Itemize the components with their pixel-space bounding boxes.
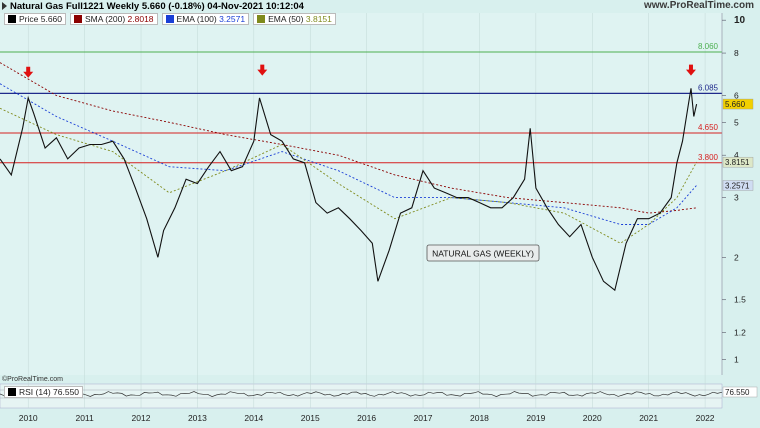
- y-tick-label: 1.5: [734, 295, 746, 305]
- x-tick-label: 2015: [301, 413, 320, 423]
- price-marker-label: 3.8151: [725, 158, 750, 167]
- title-bar: Natural Gas Full1221 Weekly 5.660 (-0.18…: [0, 0, 760, 12]
- y-tick-label: 8: [734, 48, 739, 58]
- legend-sma200[interactable]: SMA (200) 2.8018: [70, 13, 158, 25]
- price-pane: [0, 13, 722, 375]
- rsi-value-label: 76.550: [725, 388, 750, 397]
- legend-label: Price 5.660: [19, 14, 62, 24]
- rsi-legend: RSI (14) 76.550: [0, 386, 84, 398]
- y-tick-label: 2: [734, 252, 739, 262]
- rsi-pane: [0, 383, 723, 409]
- copyright: ©ProRealTime.com: [2, 376, 63, 383]
- legend-value: 2.8018: [127, 14, 154, 24]
- legend-label: SMA (200): [85, 14, 126, 24]
- level-label: 8.060: [698, 42, 719, 51]
- legend-label: RSI (14): [19, 387, 51, 397]
- level-label: 3.800: [698, 153, 719, 162]
- x-tick-label: 2014: [244, 413, 263, 423]
- x-tick-label: 2019: [526, 413, 545, 423]
- legend-ema50[interactable]: EMA (50) 3.8151: [253, 13, 336, 25]
- legend-rsi[interactable]: RSI (14) 76.550: [4, 386, 84, 398]
- legend-swatch: [74, 15, 82, 23]
- legend-swatch: [8, 15, 16, 23]
- x-tick-label: 2016: [357, 413, 376, 423]
- price-marker-label: 5.660: [725, 100, 746, 109]
- logo-text: www.ProRealTime.com: [643, 0, 754, 11]
- x-tick-label: 2013: [188, 413, 207, 423]
- level-label: 4.650: [698, 123, 719, 132]
- legend-swatch: [8, 388, 16, 396]
- x-tick-label: 2022: [696, 413, 715, 423]
- legend-label: EMA (50): [268, 14, 304, 24]
- y-tick-label: 3: [734, 193, 739, 203]
- legend-label: EMA (100): [176, 14, 217, 24]
- x-tick-label: 2017: [414, 413, 433, 423]
- x-tick-label: 2018: [470, 413, 489, 423]
- y-tick-label: 10: [734, 15, 746, 26]
- legend-value: 3.2571: [219, 14, 246, 24]
- x-tick-label: 2012: [132, 413, 151, 423]
- x-tick-label: 2021: [639, 413, 658, 423]
- chart-title: Natural Gas Full1221 Weekly 5.660 (-0.18…: [10, 0, 304, 12]
- level-label: 6.085: [698, 83, 719, 92]
- y-tick-label: 5: [734, 117, 739, 127]
- legend-swatch: [257, 15, 266, 23]
- price-marker-label: 3.2571: [725, 181, 750, 190]
- y-tick-label: 1.2: [734, 328, 746, 338]
- legend-swatch: [165, 15, 174, 23]
- annotation-label: NATURAL GAS (WEEKLY): [432, 249, 534, 259]
- legend-value: 76.550: [53, 387, 80, 397]
- x-tick-label: 2010: [19, 413, 38, 423]
- y-tick-label: 1: [734, 354, 739, 364]
- x-tick-label: 2020: [583, 413, 602, 423]
- legend-price[interactable]: Price 5.660: [4, 13, 66, 25]
- price-chart: 8.0606.0854.6503.800 11.21.5234568105.66…: [0, 0, 760, 428]
- annotation-box: NATURAL GAS (WEEKLY): [426, 244, 540, 262]
- legend-ema100[interactable]: EMA (100) 3.2571: [161, 13, 250, 25]
- expand-arrow-icon[interactable]: [2, 2, 7, 10]
- legend-value: 3.8151: [305, 14, 332, 24]
- x-tick-label: 2011: [75, 413, 94, 423]
- legend: Price 5.660 SMA (200) 2.8018 EMA (100) 3…: [0, 13, 336, 25]
